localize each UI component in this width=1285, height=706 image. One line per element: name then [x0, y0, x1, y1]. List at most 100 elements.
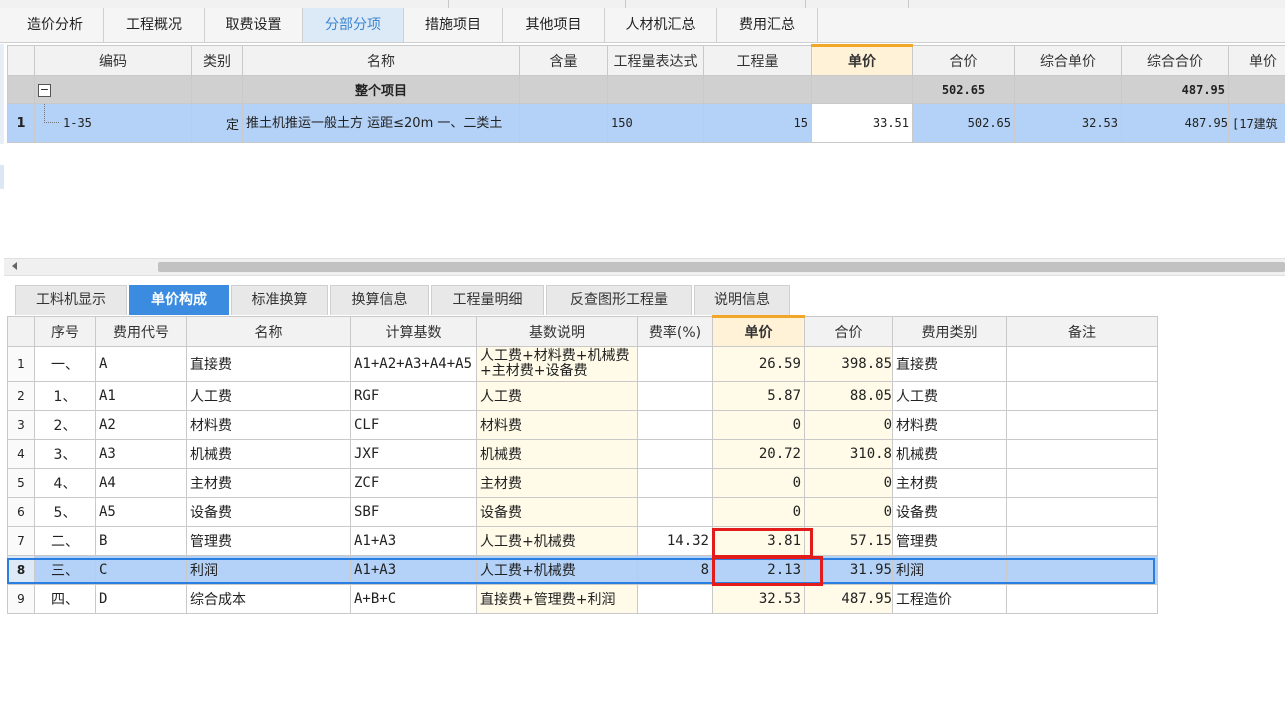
cell-base[interactable]: RGF — [350, 381, 477, 411]
item-total[interactable]: 502.65 — [912, 103, 1015, 143]
cell-fee-code[interactable]: A4 — [95, 468, 187, 498]
cell-seq[interactable]: 四、 — [34, 584, 96, 614]
subtab-material-display[interactable]: 工料机显示 — [15, 285, 127, 315]
cell-fee-category[interactable]: 设备费 — [892, 497, 1007, 527]
cell-base-desc[interactable]: 机械费 — [476, 439, 638, 469]
header-unit-price-2[interactable]: 单价 — [1228, 45, 1285, 76]
cell-fee-category[interactable]: 管理费 — [892, 526, 1007, 556]
header-total[interactable]: 合价 — [912, 45, 1015, 76]
cell-rate[interactable] — [637, 497, 713, 527]
row-number[interactable]: 4 — [7, 439, 35, 469]
cell-total[interactable]: 31.95 — [804, 555, 893, 585]
cell-unit-price[interactable]: 32.53 — [712, 584, 805, 614]
cell-seq[interactable]: 4、 — [34, 468, 96, 498]
cell-rate[interactable] — [637, 468, 713, 498]
cell-fee-category[interactable]: 主材费 — [892, 468, 1007, 498]
cell-base[interactable]: SBF — [350, 497, 477, 527]
table-row[interactable]: 2 1、 A1 人工费 RGF 人工费 5.87 88.05 人工费 — [7, 381, 1158, 411]
collapse-toggle-icon[interactable]: − — [38, 84, 51, 97]
cell-note[interactable] — [1006, 584, 1158, 614]
table-row[interactable]: 9 四、 D 综合成本 A+B+C 直接费+管理费+利润 32.53 487.95 工程造价 — [7, 584, 1158, 614]
table-row[interactable]: 6 5、 A5 设备费 SBF 设备费 0 0 设备费 — [7, 497, 1158, 527]
header-base[interactable]: 计算基数 — [350, 316, 477, 347]
cell-base-desc[interactable]: 主材费 — [476, 468, 638, 498]
cell-fee-code[interactable]: A — [95, 346, 187, 382]
subtab-reverse-lookup[interactable]: 反查图形工程量 — [546, 285, 692, 315]
header-note[interactable]: 备注 — [1006, 316, 1158, 347]
header-seq[interactable]: 序号 — [34, 316, 96, 347]
subtab-quantity-detail[interactable]: 工程量明细 — [431, 285, 544, 315]
table-row[interactable]: 5 4、 A4 主材费 ZCF 主材费 0 0 主材费 — [7, 468, 1158, 498]
cell-fee-code[interactable]: B — [95, 526, 187, 556]
cell-note[interactable] — [1006, 381, 1158, 411]
header-unit-price[interactable]: 单价 — [712, 315, 805, 347]
cell-total[interactable]: 0 — [804, 468, 893, 498]
item-content[interactable] — [519, 103, 608, 143]
cell-fee-code[interactable]: A2 — [95, 410, 187, 440]
cell-base-desc[interactable]: 直接费+管理费+利润 — [476, 584, 638, 614]
cell-fee-code[interactable]: D — [95, 584, 187, 614]
item-name[interactable]: 推土机推运一般土方 运距≤20m 一、二类土 — [242, 103, 520, 143]
cell-total[interactable]: 398.85 — [804, 346, 893, 382]
cell-seq[interactable]: 二、 — [34, 526, 96, 556]
cell-base[interactable]: A1+A2+A3+A4+A5 — [350, 346, 477, 382]
cell-base-desc[interactable]: 人工费+机械费 — [476, 526, 638, 556]
cell-seq[interactable]: 2、 — [34, 410, 96, 440]
subtab-conversion-info[interactable]: 换算信息 — [330, 285, 429, 315]
row-number[interactable]: 1 — [7, 103, 35, 143]
cell-note[interactable] — [1006, 497, 1158, 527]
table-row[interactable]: 1 一、 A 直接费 A1+A2+A3+A4+A5 人工费+材料费+机械费+主材费+设备费… — [7, 346, 1158, 382]
cell-fee-code[interactable]: A5 — [95, 497, 187, 527]
header-rate[interactable]: 费率(%) — [637, 316, 713, 347]
subtab-description[interactable]: 说明信息 — [694, 285, 790, 315]
cell-note[interactable] — [1006, 410, 1158, 440]
item-unit-price[interactable]: 33.51 — [811, 103, 913, 143]
cell-base[interactable]: ZCF — [350, 468, 477, 498]
cell-total[interactable]: 0 — [804, 497, 893, 527]
item-type[interactable]: 定 — [191, 103, 243, 143]
tab-cost-analysis[interactable]: 造价分析 — [7, 8, 104, 42]
header-expression[interactable]: 工程量表达式 — [607, 45, 704, 76]
tab-measures[interactable]: 措施项目 — [404, 8, 503, 42]
header-name[interactable]: 名称 — [186, 316, 351, 347]
cell-base-desc[interactable]: 人工费 — [476, 381, 638, 411]
cell-note[interactable] — [1006, 346, 1158, 382]
row-number[interactable]: 1 — [7, 346, 35, 382]
cell-fee-category[interactable]: 机械费 — [892, 439, 1007, 469]
cell-rate[interactable] — [637, 346, 713, 382]
cell-seq[interactable]: 一、 — [34, 346, 96, 382]
cell-total[interactable]: 88.05 — [804, 381, 893, 411]
tab-other-items[interactable]: 其他项目 — [503, 8, 605, 42]
cell-rate[interactable]: 14.32 — [637, 526, 713, 556]
cell-base-desc[interactable]: 人工费+材料费+机械费+主材费+设备费 — [476, 346, 638, 382]
table-row[interactable]: 8 三、 C 利润 A1+A3 人工费+机械费 8 2.13 31.95 利润 — [7, 555, 1158, 585]
header-fee-category[interactable]: 费用类别 — [892, 316, 1007, 347]
cell-name[interactable]: 利润 — [186, 555, 351, 585]
tab-fee-summary[interactable]: 费用汇总 — [717, 8, 818, 42]
scroll-left-arrow-icon[interactable] — [12, 262, 17, 270]
cell-fee-code[interactable]: A3 — [95, 439, 187, 469]
cell-note[interactable] — [1006, 526, 1158, 556]
group-name[interactable]: 整个项目 — [242, 75, 520, 104]
cell-fee-category[interactable]: 利润 — [892, 555, 1007, 585]
cell-rate[interactable] — [637, 381, 713, 411]
cell-base-desc[interactable]: 材料费 — [476, 410, 638, 440]
header-total[interactable]: 合价 — [804, 316, 893, 347]
cell-base[interactable]: JXF — [350, 439, 477, 469]
row-number[interactable]: 3 — [7, 410, 35, 440]
header-comp-total[interactable]: 综合合价 — [1121, 45, 1229, 76]
cell-name[interactable]: 综合成本 — [186, 584, 351, 614]
cell-note[interactable] — [1006, 555, 1158, 585]
cell-name[interactable]: 材料费 — [186, 410, 351, 440]
cell-name[interactable]: 机械费 — [186, 439, 351, 469]
scrollbar-thumb[interactable] — [158, 262, 1285, 272]
horizontal-scrollbar[interactable] — [4, 258, 1285, 276]
cell-base-desc[interactable]: 设备费 — [476, 497, 638, 527]
tab-divisional-items[interactable]: 分部分项 — [303, 8, 404, 42]
item-remark[interactable]: [17建筑 — [1228, 103, 1285, 143]
subtab-standard-conversion[interactable]: 标准换算 — [231, 285, 328, 315]
group-row[interactable]: − 整个项目 502.65 487.95 — [7, 75, 1285, 104]
cell-note[interactable] — [1006, 439, 1158, 469]
cell-unit-price[interactable]: 3.81 — [712, 526, 805, 556]
cell-fee-code[interactable]: A1 — [95, 381, 187, 411]
